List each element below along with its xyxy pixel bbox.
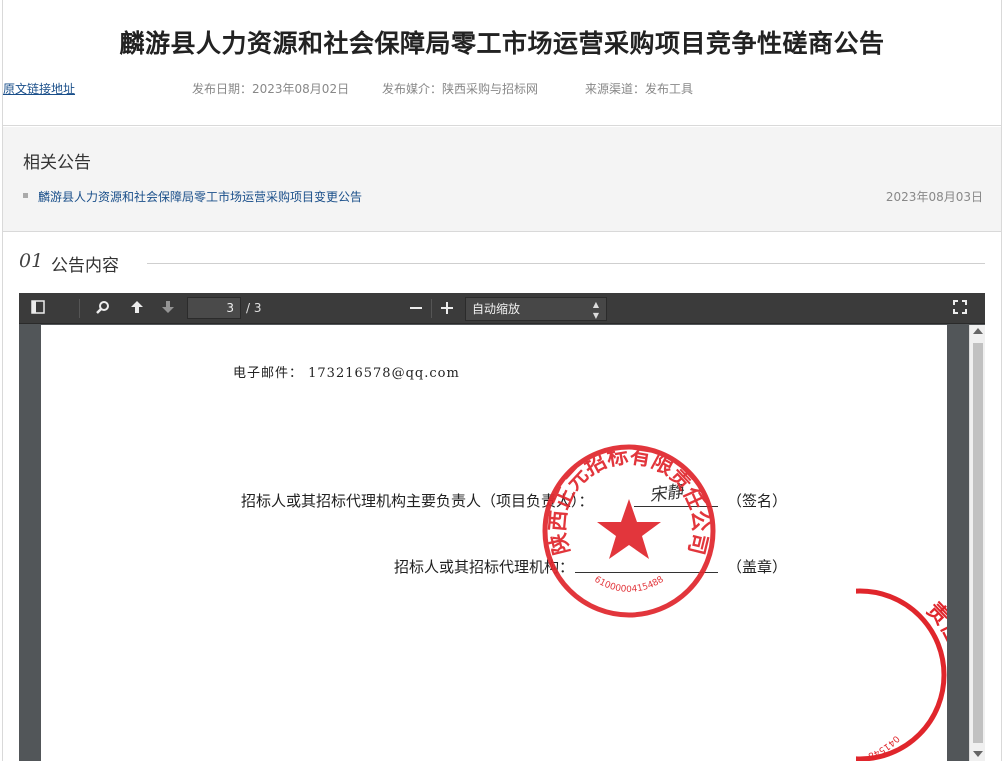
toolbar-separator [431,299,432,318]
divider [147,263,985,264]
publish-media: 发布媒介：陕西采购与招标网 [382,82,539,96]
pdf-viewer: 3 / 3 自动缩放 ▲ ▼ 电子邮件： 17321657​8@qq.com 招标… [19,293,985,761]
toolbar-separator [79,299,80,318]
zoom-value: 自动缩放 [472,302,521,316]
pdf-page: 电子邮件： 17321657​8@qq.com 招标人或其招标代理机构主要负责人… [41,325,947,761]
scroll-thumb[interactable] [973,343,983,743]
original-link[interactable]: 原文链接地址 [3,82,75,96]
page-title: 麟游县人力资源和社会保障局零工市场运营采购项目竞争性磋商公告 [119,29,885,58]
arrow-down-icon[interactable] [157,298,179,320]
stamp-code: 6100000415488 [592,575,666,595]
email-line: 电子邮件： 17321657​8@qq.com [233,366,460,381]
list-item: 麟游县人力资源和社会保障局零工市场运营采购项目变更公告 2023年08月03日 [23,187,983,207]
publish-date: 发布日期：2023年08月02日 [192,82,350,96]
announcement-header: 麟游县人力资源和社会保障局零工市场运营采购项目竞争性磋商公告 发布日期：2023… [3,0,1001,126]
sidebar-toggle-icon[interactable] [27,298,49,320]
related-announcements: 相关公告 麟游县人力资源和社会保障局零工市场运营采购项目变更公告 2023年08… [3,127,1001,232]
company-stamp: 陕西正元招标有限责任公司 6100000415488 [542,444,716,618]
section-heading: 01 公告内容 [3,248,1001,278]
bullet-icon [23,193,28,198]
page-total: / 3 [246,301,262,315]
search-icon[interactable] [92,298,114,320]
vertical-scrollbar[interactable] [969,325,985,761]
zoom-out-icon[interactable] [405,298,427,320]
stamp-code: 00415488 [856,587,901,761]
zoom-select[interactable]: 自动缩放 ▲ ▼ [465,297,607,321]
scroll-down-icon[interactable] [973,751,983,757]
page-number-input[interactable]: 3 [187,297,241,319]
star-icon [597,499,661,559]
pdf-toolbar: 3 / 3 自动缩放 ▲ ▼ [19,293,985,324]
arrow-up-icon[interactable] [126,298,148,320]
related-title: 相关公告 [23,153,91,173]
document-area[interactable]: 电子邮件： 17321657​8@qq.com 招标人或其招标代理机构主要负责人… [19,325,985,761]
fullscreen-icon[interactable] [949,298,971,320]
page-frame: 麟游县人力资源和社会保障局零工市场运营采购项目竞争性磋商公告 发布日期：2023… [2,0,1002,761]
source-channel: 来源渠道：发布工具 [585,82,694,96]
signature-suffix: （签名） [727,492,788,510]
select-arrows-icon: ▲ ▼ [592,300,599,320]
seal-suffix: （盖章） [727,558,788,576]
related-date: 2023年08月03日 [885,190,983,204]
scroll-up-icon[interactable] [973,328,983,334]
related-link[interactable]: 麟游县人力资源和社会保障局零工市场运营采购项目变更公告 [38,188,362,205]
zoom-in-icon[interactable] [436,298,458,320]
section-label: 公告内容 [51,256,119,276]
section-number: 01 [19,250,44,272]
company-stamp-partial: 责任公司 00415488 [856,587,947,761]
meta-row: 发布日期：2023年08月02日 发布媒介：陕西采购与招标网 来源渠道：发布工具… [3,80,1001,98]
